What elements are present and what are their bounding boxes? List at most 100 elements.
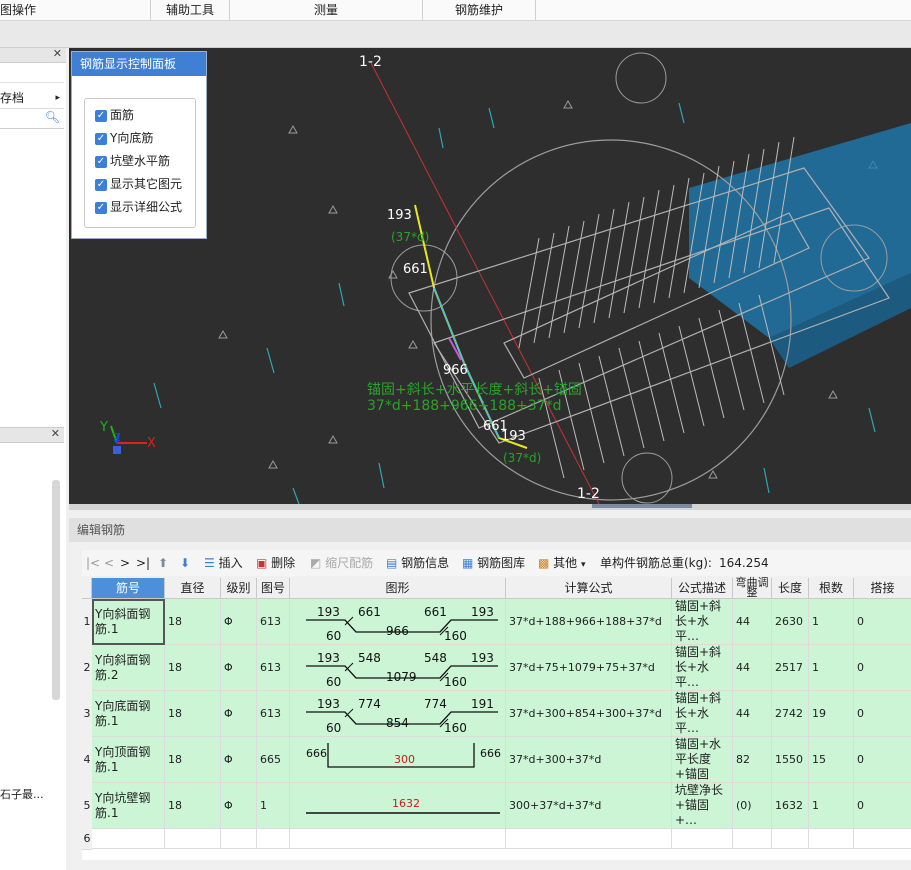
col-header-bend[interactable]: 弯曲调整 bbox=[733, 577, 772, 599]
cell-count[interactable]: 1 bbox=[809, 645, 854, 691]
cell-name[interactable]: Y向斜面钢筋.2 bbox=[92, 645, 165, 691]
cell-len[interactable]: 1550 bbox=[772, 737, 809, 783]
close-icon[interactable]: ✕ bbox=[51, 427, 60, 440]
cell-lap[interactable]: 0 bbox=[854, 737, 911, 783]
cell-grade[interactable]: Φ bbox=[221, 737, 257, 783]
cell-bend[interactable] bbox=[733, 829, 772, 849]
doc-row[interactable]: 存档 ▸ bbox=[0, 88, 64, 109]
move-down-icon[interactable]: ⬇ bbox=[180, 554, 190, 572]
cell-dia[interactable]: 18 bbox=[165, 645, 221, 691]
cell-bend[interactable]: 44 bbox=[733, 599, 772, 645]
cell-name[interactable] bbox=[92, 829, 165, 849]
search-row[interactable]: 🔍︎ bbox=[0, 110, 64, 129]
checkbox-checked-icon[interactable]: ✓ bbox=[95, 201, 107, 214]
row-number[interactable]: 2 bbox=[82, 645, 92, 692]
cell-shape[interactable]: 193 774 774 191 60 854 160 bbox=[290, 691, 506, 737]
cell-dia[interactable] bbox=[165, 829, 221, 849]
cell-formula[interactable] bbox=[506, 829, 672, 849]
cell-name[interactable]: Y向顶面钢筋.1 bbox=[92, 737, 165, 783]
checkbox-checked-icon[interactable]: ✓ bbox=[95, 155, 107, 168]
cell-name[interactable]: Y向底面钢筋.1 bbox=[92, 691, 165, 737]
close-icon[interactable]: ✕ bbox=[53, 47, 62, 60]
col-header-name[interactable]: 筋号 bbox=[92, 578, 165, 599]
cell-shape[interactable]: 1632 bbox=[290, 783, 506, 829]
cell-len[interactable]: 2630 bbox=[772, 599, 809, 645]
cell-shape[interactable] bbox=[290, 829, 506, 849]
cell-fig[interactable]: 613 bbox=[257, 599, 290, 645]
cell-count[interactable]: 1 bbox=[809, 599, 854, 645]
delete-button[interactable]: ▣ 删除 bbox=[256, 554, 295, 572]
cell-grade[interactable]: Φ bbox=[221, 645, 257, 691]
col-header-lap[interactable]: 搭接 bbox=[854, 578, 911, 599]
cell-count[interactable] bbox=[809, 829, 854, 849]
option-y-bottom-rebar[interactable]: ✓ Y向底筋 bbox=[95, 128, 153, 148]
cell-bend[interactable]: (0) bbox=[733, 783, 772, 829]
cell-len[interactable] bbox=[772, 829, 809, 849]
rebar-info-button[interactable]: ▤ 钢筋信息 bbox=[386, 554, 449, 572]
option-face-rebar[interactable]: ✓ 面筋 bbox=[95, 105, 134, 125]
col-header-grade[interactable]: 级别 bbox=[221, 578, 257, 599]
menu-item-rebar-maint[interactable]: 钢筋维护 bbox=[423, 0, 536, 20]
nav-first-button[interactable]: |< bbox=[86, 554, 100, 572]
cell-formula[interactable]: 37*d+300+854+300+37*d bbox=[506, 691, 672, 737]
cell-grade[interactable] bbox=[221, 829, 257, 849]
cell-bend[interactable]: 82 bbox=[733, 737, 772, 783]
cell-shape[interactable]: 193 548 548 193 60 1079 160 bbox=[290, 645, 506, 691]
cell-formula[interactable]: 37*d+75+1079+75+37*d bbox=[506, 645, 672, 691]
cell-fig[interactable] bbox=[257, 829, 290, 849]
search-icon[interactable]: 🔍︎ bbox=[45, 110, 60, 124]
left-truncated-item[interactable]: 石子最... bbox=[0, 786, 44, 802]
col-header-desc[interactable]: 公式描述 bbox=[672, 578, 733, 599]
cell-formula[interactable]: 37*d+300+37*d bbox=[506, 737, 672, 783]
cell-dia[interactable]: 18 bbox=[165, 691, 221, 737]
cell-fig[interactable]: 613 bbox=[257, 645, 290, 691]
cell-len[interactable]: 1632 bbox=[772, 783, 809, 829]
cell-grade[interactable]: Φ bbox=[221, 599, 257, 645]
row-number[interactable]: 6 bbox=[82, 829, 92, 850]
cell-grade[interactable]: Φ bbox=[221, 783, 257, 829]
cell-dia[interactable]: 18 bbox=[165, 737, 221, 783]
cell-fig[interactable]: 1 bbox=[257, 783, 290, 829]
cell-len[interactable]: 2517 bbox=[772, 645, 809, 691]
cell-shape[interactable]: 193 661 661 193 60 966 160 bbox=[290, 599, 506, 645]
col-header-fig[interactable]: 图号 bbox=[257, 578, 290, 599]
cell-len[interactable]: 2742 bbox=[772, 691, 809, 737]
row-number[interactable]: 5 bbox=[82, 783, 92, 830]
cell-count[interactable]: 1 bbox=[809, 783, 854, 829]
cell-desc[interactable]: 坑壁净长+锚固+… bbox=[672, 783, 733, 829]
row-number[interactable]: 3 bbox=[82, 691, 92, 738]
checkbox-checked-icon[interactable]: ✓ bbox=[95, 132, 107, 145]
checkbox-checked-icon[interactable]: ✓ bbox=[95, 109, 107, 122]
col-header-formula[interactable]: 计算公式 bbox=[506, 578, 672, 599]
cell-lap[interactable] bbox=[854, 829, 911, 849]
insert-button[interactable]: ☰ 插入 bbox=[204, 554, 243, 572]
cell-bend[interactable]: 44 bbox=[733, 645, 772, 691]
cell-fig[interactable]: 613 bbox=[257, 691, 290, 737]
cell-desc[interactable]: 锚固+水平长度+锚固 bbox=[672, 737, 733, 783]
row-number[interactable]: 1 bbox=[82, 599, 92, 646]
col-header-diameter[interactable]: 直径(mm) bbox=[165, 578, 221, 615]
splitter-grip[interactable] bbox=[592, 504, 692, 508]
cell-lap[interactable]: 0 bbox=[854, 645, 911, 691]
cell-desc[interactable]: 锚固+斜长+水平… bbox=[672, 645, 733, 691]
move-up-icon[interactable]: ⬆ bbox=[158, 554, 168, 572]
rebar-library-button[interactable]: ▦ 钢筋图库 bbox=[462, 554, 525, 572]
menu-item-aux-tools[interactable]: 辅助工具 bbox=[151, 0, 230, 20]
cell-desc[interactable] bbox=[672, 829, 733, 849]
cell-count[interactable]: 19 bbox=[809, 691, 854, 737]
option-show-other-elements[interactable]: ✓ 显示其它图元 bbox=[95, 174, 182, 194]
cell-dia[interactable]: 18 bbox=[165, 599, 221, 645]
cell-formula[interactable]: 300+37*d+37*d bbox=[506, 783, 672, 829]
chevron-right-icon[interactable]: ▸ bbox=[55, 88, 60, 108]
cell-bend[interactable]: 44 bbox=[733, 691, 772, 737]
col-header-shape[interactable]: 图形 bbox=[290, 578, 506, 599]
cell-desc[interactable]: 锚固+斜长+水平… bbox=[672, 599, 733, 645]
cell-grade[interactable]: Φ bbox=[221, 691, 257, 737]
other-dropdown[interactable]: ▩ 其他 ▾ bbox=[538, 554, 586, 572]
nav-prev-button[interactable]: < bbox=[104, 554, 114, 572]
menu-item-drawing-ops[interactable]: 图操作 bbox=[0, 0, 151, 20]
option-show-detail-formula[interactable]: ✓ 显示详细公式 bbox=[95, 197, 182, 217]
cell-lap[interactable]: 0 bbox=[854, 783, 911, 829]
cell-dia[interactable]: 18 bbox=[165, 783, 221, 829]
scale-rebar-button[interactable]: ◩ 缩尺配筋 bbox=[310, 554, 373, 572]
